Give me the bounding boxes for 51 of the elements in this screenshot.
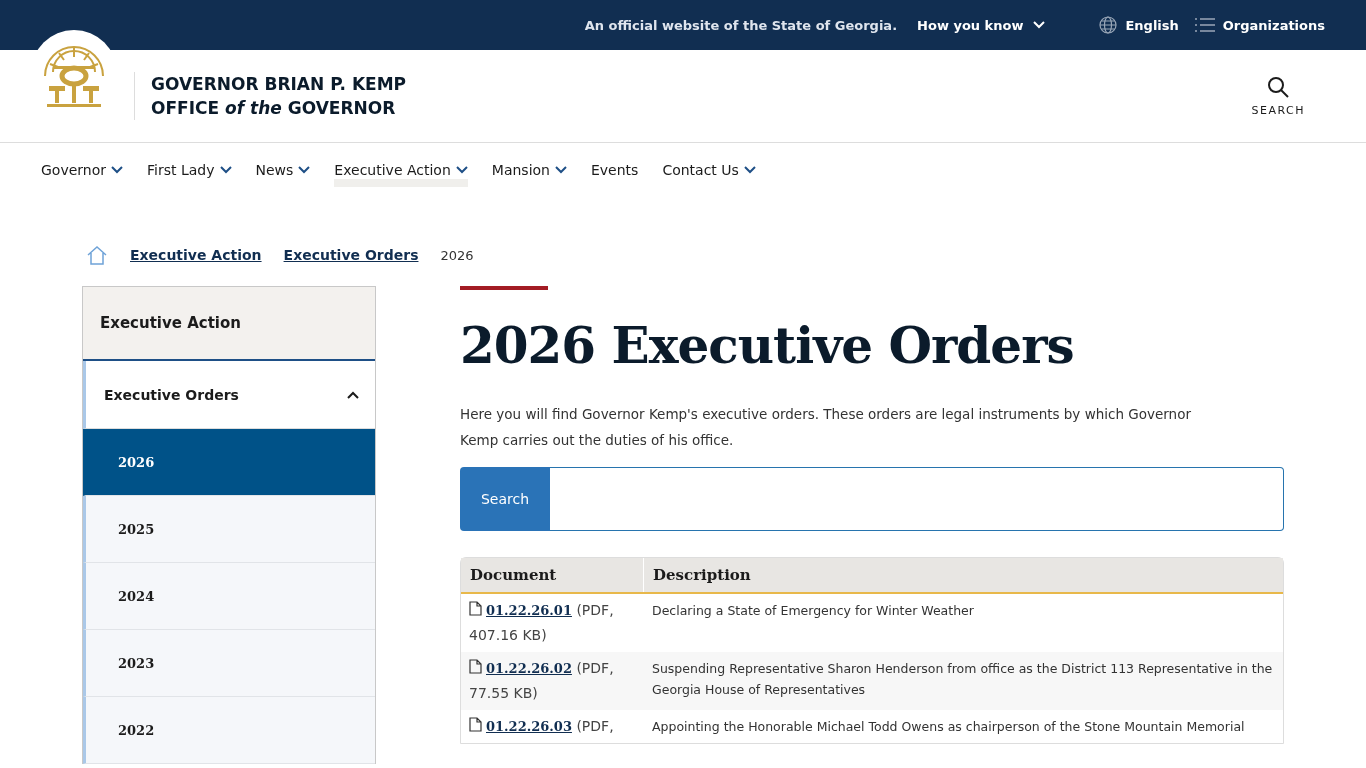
nav-item[interactable]: Governor xyxy=(41,167,124,187)
nav-item[interactable]: News xyxy=(255,167,311,187)
list-icon xyxy=(1194,18,1215,32)
language-link[interactable]: English xyxy=(1099,16,1179,34)
search-submit-button[interactable]: Search xyxy=(460,467,550,531)
search-field[interactable] xyxy=(550,467,1284,531)
site-title[interactable]: GOVERNOR BRIAN P. KEMP xyxy=(151,72,407,96)
chevron-down-icon xyxy=(298,165,311,174)
official-site-notice: An official website of the State of Georgia. xyxy=(584,17,898,33)
chevron-down-icon xyxy=(743,165,756,174)
description-cell-text: Declaring a State of Emergency for Winter Weather xyxy=(651,602,975,620)
chevron-down-icon xyxy=(1033,21,1046,29)
description-cell-text: Suspending Representative Sharon Henderson from office as the District 113 Representative in the Georgia House of Representatives xyxy=(651,660,1274,699)
breadcrumb-link[interactable]: Executive Action xyxy=(130,247,262,263)
sidebar-title: Executive Action xyxy=(83,287,375,361)
description-cell-text: Appointing the Honorable Michael Todd Owens as chairperson of the Stone Mountain Memorial xyxy=(651,718,1246,736)
intro-text: Here you will find Governor Kemp's executive orders. These orders are legal instruments by which Governor Kemp carries out the duties of his office. xyxy=(460,405,1192,450)
document-cell-text: 01.22.26.01 (PDF, 407.16 KB) xyxy=(468,600,615,645)
sidebar-item[interactable]: 2022 xyxy=(83,697,375,764)
document-link[interactable]: 01.22.26.01 xyxy=(486,603,572,618)
site-subtitle[interactable]: OFFICE of the GOVERNOR xyxy=(151,96,407,120)
chevron-down-icon xyxy=(111,165,124,174)
sidebar-item[interactable]: 2023 xyxy=(83,630,375,697)
file-icon xyxy=(469,601,482,616)
search-button[interactable]: SEARCH xyxy=(1245,74,1311,118)
breadcrumb-link[interactable]: Executive Orders xyxy=(283,247,419,263)
document-link[interactable]: 01.22.26.02 xyxy=(486,661,572,676)
page-heading: 2026 Executive Orders xyxy=(460,316,1075,375)
chevron-down-icon xyxy=(219,165,232,174)
file-icon xyxy=(469,717,482,732)
nav-item[interactable]: Contact Us xyxy=(662,167,756,187)
breadcrumb-current: 2026 xyxy=(440,247,474,263)
nav-item[interactable]: Events xyxy=(590,167,639,187)
sidebar-item[interactable]: 2026 xyxy=(83,429,375,496)
column-header: Document xyxy=(469,565,558,586)
sidebar-item[interactable]: 2024 xyxy=(83,563,375,630)
column-header: Description xyxy=(643,558,1283,592)
document-link[interactable]: 01.22.26.03 xyxy=(486,719,572,734)
chevron-up-icon xyxy=(347,390,359,399)
sidebar-item[interactable]: 2025 xyxy=(83,496,375,563)
search-icon xyxy=(1267,75,1290,98)
sidebar-section[interactable]: Executive Orders xyxy=(83,361,375,429)
chevron-down-icon xyxy=(554,165,567,174)
document-cell: 01.22.26.03 (PDF, xyxy=(461,710,643,743)
how-you-know-button[interactable]: How you know xyxy=(911,16,1052,34)
file-icon xyxy=(469,659,482,674)
organizations-link[interactable]: Organizations xyxy=(1194,17,1325,33)
chevron-down-icon xyxy=(455,165,468,174)
document-cell-text: 01.22.26.02 (PDF, 77.55 KB) xyxy=(468,658,615,703)
home-icon[interactable] xyxy=(86,245,108,265)
globe-icon xyxy=(1099,16,1118,34)
